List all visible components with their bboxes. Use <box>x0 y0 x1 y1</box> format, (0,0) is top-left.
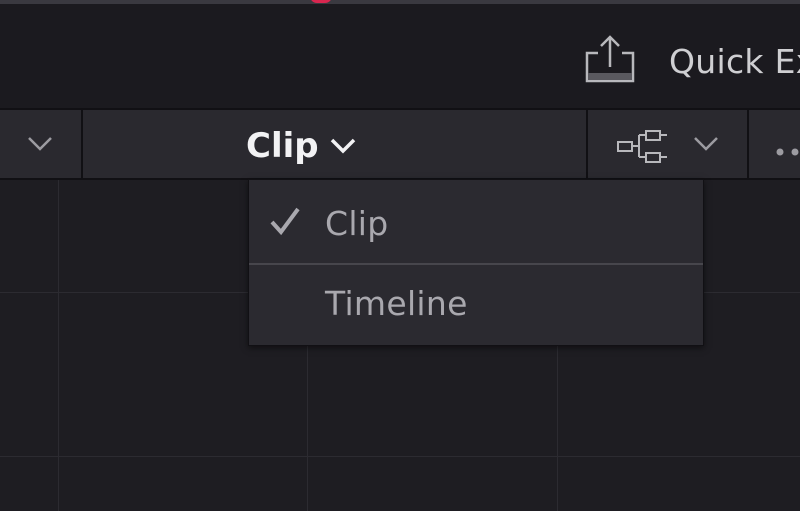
clip-mode-dropdown[interactable]: Clip <box>246 126 357 166</box>
header-divider <box>81 110 83 178</box>
grid-line <box>0 456 800 457</box>
clip-mode-label: Clip <box>246 126 319 166</box>
grid-line <box>58 180 59 511</box>
chevron-down-icon[interactable] <box>692 134 720 158</box>
menu-item-label: Timeline <box>325 284 468 323</box>
clip-timeline-menu: Clip Timeline <box>248 179 704 346</box>
node-graph-icon[interactable] <box>615 128 669 168</box>
chevron-down-icon <box>329 136 357 160</box>
header-divider <box>586 110 588 178</box>
top-toolbar: Quick Ex <box>0 4 800 108</box>
node-editor-header: Clip <box>0 108 800 180</box>
checkmark-icon <box>269 205 301 241</box>
chevron-down-icon[interactable] <box>26 134 54 158</box>
export-upload-icon[interactable] <box>583 33 637 89</box>
menu-item-clip[interactable]: Clip <box>249 182 703 262</box>
header-divider <box>747 110 749 178</box>
record-indicator <box>310 0 332 3</box>
menu-item-timeline[interactable]: Timeline <box>249 262 703 342</box>
menu-item-label: Clip <box>325 204 389 243</box>
quick-export-button[interactable]: Quick Ex <box>669 42 800 81</box>
more-dots-icon[interactable] <box>775 142 800 161</box>
